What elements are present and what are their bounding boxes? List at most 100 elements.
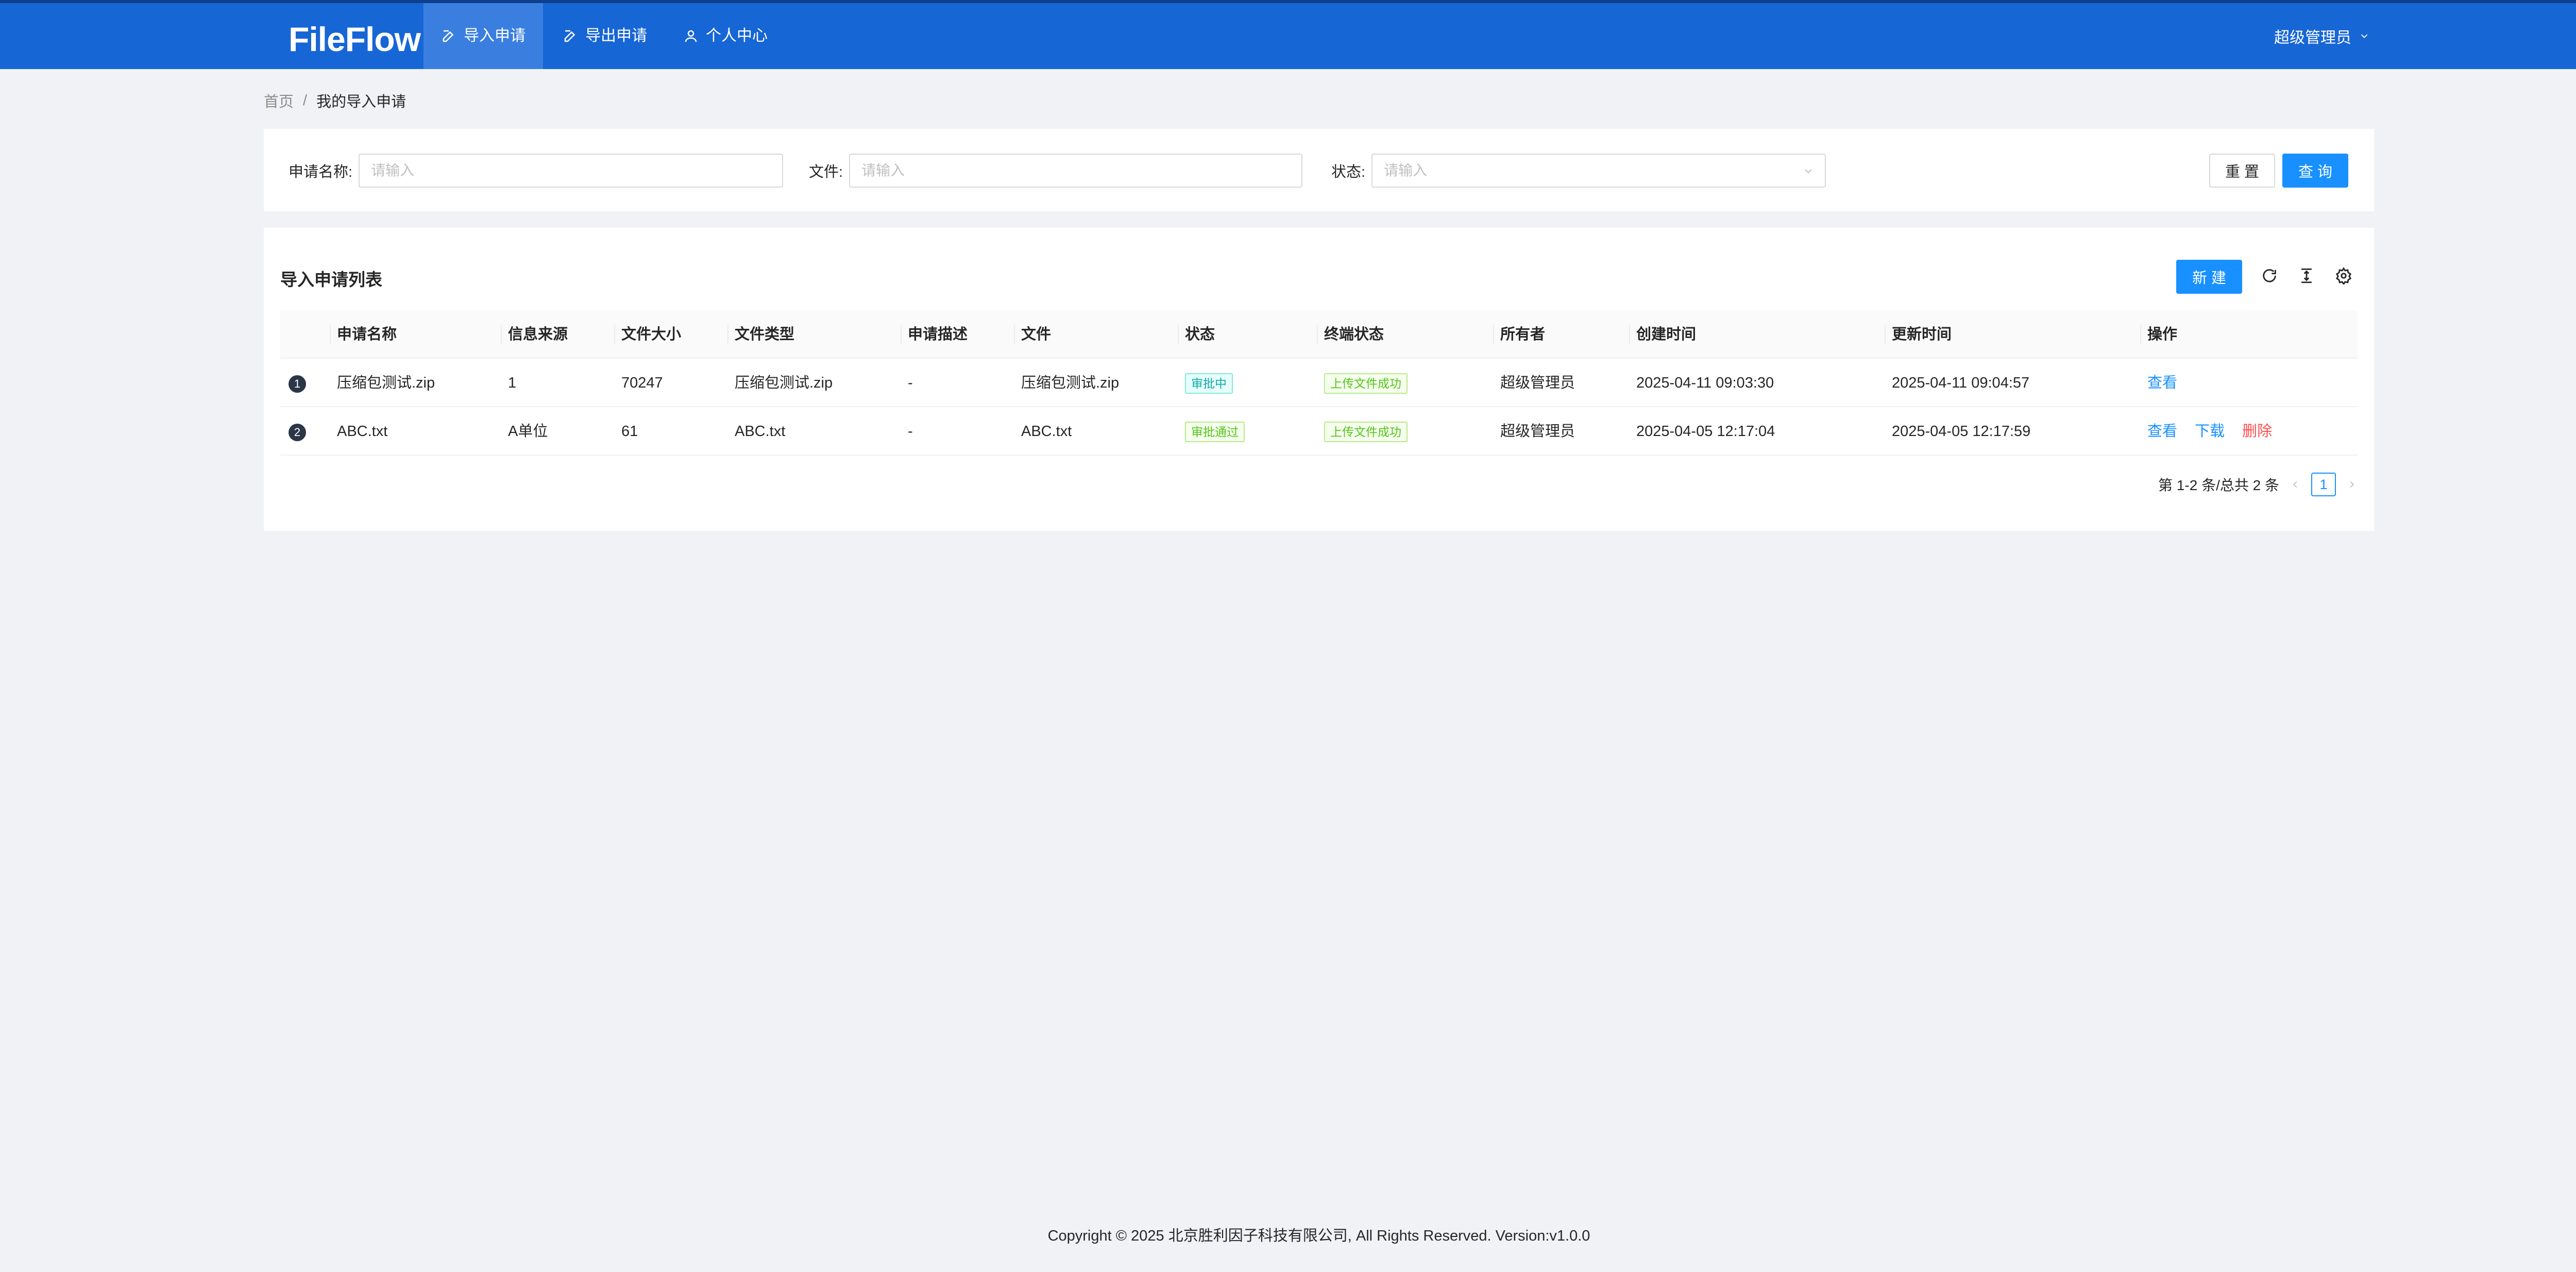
- col-header-created: 创建时间: [1636, 326, 1697, 343]
- chevron-down-icon: [1802, 165, 1815, 177]
- download-link[interactable]: 下载: [2195, 423, 2225, 440]
- cell-terminal-status: 上传文件成功: [1324, 359, 1408, 407]
- edit-icon: [563, 28, 578, 44]
- column-divider: [1629, 325, 1630, 344]
- pagination-summary: 第 1-2 条/总共 2 条: [2158, 477, 2279, 493]
- view-link[interactable]: 查看: [2147, 375, 2177, 391]
- column-divider: [1493, 325, 1494, 344]
- cell-owner: 超级管理员: [1500, 375, 1575, 391]
- cell-size: 70247: [621, 375, 663, 391]
- cell-status: 审批中: [1185, 359, 1233, 407]
- nav-import-label: 导入申请: [464, 27, 526, 44]
- cell-type: ABC.txt: [735, 423, 786, 440]
- column-divider: [501, 325, 502, 344]
- row-index-badge: 2: [289, 424, 306, 441]
- view-link[interactable]: 查看: [2147, 423, 2177, 440]
- cell-updated: 2025-04-11 09:04:57: [1892, 375, 2030, 391]
- cell-created: 2025-04-05 12:17:04: [1636, 423, 1775, 440]
- table-title: 导入申请列表: [280, 270, 382, 289]
- file-field: 文件:: [809, 154, 1303, 188]
- name-field: 申请名称:: [289, 154, 784, 188]
- column-height-icon[interactable]: [2298, 267, 2315, 284]
- settings-icon[interactable]: [2335, 267, 2352, 284]
- edit-icon: [441, 28, 456, 44]
- cell-desc: -: [908, 423, 913, 440]
- refresh-icon[interactable]: [2261, 267, 2278, 284]
- column-divider: [330, 325, 331, 344]
- col-header-status: 状态: [1185, 326, 1215, 343]
- cell-file: 压缩包测试.zip: [1021, 375, 1120, 391]
- cell-updated: 2025-04-05 12:17:59: [1892, 423, 2031, 440]
- new-button[interactable]: 新 建: [2176, 260, 2242, 294]
- column-divider: [2140, 325, 2141, 344]
- query-button[interactable]: 查 询: [2282, 154, 2348, 188]
- table-row: 1 压缩包测试.zip 1 70247 压缩包测试.zip - 压缩包测试.zi…: [280, 359, 2358, 407]
- column-divider: [901, 325, 902, 344]
- column-divider: [1885, 325, 1886, 344]
- nav-personal-center[interactable]: 个人中心: [666, 3, 785, 69]
- column-divider: [614, 325, 615, 344]
- column-divider: [727, 325, 728, 344]
- col-header-desc: 申请描述: [908, 326, 968, 343]
- chevron-left-icon[interactable]: [2290, 479, 2301, 490]
- status-badge: 审批通过: [1185, 422, 1245, 443]
- status-select[interactable]: [1371, 154, 1826, 188]
- breadcrumb-separator: /: [303, 92, 308, 109]
- column-divider: [1178, 325, 1179, 344]
- cell-name: ABC.txt: [337, 423, 388, 440]
- cell-size: 61: [621, 423, 638, 440]
- table-header: 申请名称 信息来源 文件大小 文件类型 申请描述 文件 状态 终端状态 所有者 …: [280, 310, 2358, 359]
- cell-status: 审批通过: [1185, 407, 1245, 456]
- delete-link[interactable]: 删除: [2242, 423, 2272, 440]
- nav-export-requests[interactable]: 导出申请: [545, 3, 665, 69]
- pagination: 第 1-2 条/总共 2 条 1: [2158, 472, 2358, 497]
- status-label: 状态:: [1331, 164, 1366, 180]
- cell-actions: 查看: [2147, 359, 2177, 407]
- col-header-updated: 更新时间: [1892, 326, 1952, 343]
- col-header-actions: 操作: [2147, 326, 2178, 343]
- cell-desc: -: [908, 375, 913, 391]
- chevron-down-icon: [2361, 34, 2368, 39]
- user-menu[interactable]: 超级管理员: [2274, 3, 2370, 69]
- app-logo[interactable]: FileFlow: [289, 16, 421, 62]
- import-request-table: 申请名称 信息来源 文件大小 文件类型 申请描述 文件 状态 终端状态 所有者 …: [280, 310, 2358, 456]
- reset-button[interactable]: 重 置: [2209, 154, 2275, 188]
- cell-source: A单位: [508, 423, 548, 440]
- col-header-size: 文件大小: [621, 326, 682, 343]
- top-navbar: FileFlow 导入申请 导出申请 个人中心 超级管理员: [0, 0, 2576, 69]
- cell-file: ABC.txt: [1021, 423, 1072, 440]
- status-select-input[interactable]: [1371, 154, 1826, 188]
- name-input[interactable]: [359, 154, 784, 188]
- breadcrumb-current: 我的导入申请: [316, 94, 406, 110]
- col-header-owner: 所有者: [1500, 326, 1546, 343]
- col-header-file: 文件: [1021, 326, 1052, 343]
- page: FileFlow 导入申请 导出申请 个人中心 超级管理员 首页 / 我的导入申…: [0, 0, 2576, 1272]
- cell-name: 压缩包测试.zip: [337, 375, 435, 391]
- search-form: 申请名称: 文件: 状态: 重 置 查 询: [264, 129, 2374, 211]
- nav-import-requests[interactable]: 导入申请: [423, 3, 543, 69]
- file-input[interactable]: [849, 154, 1303, 188]
- cell-owner: 超级管理员: [1500, 423, 1575, 440]
- row-index-badge: 1: [289, 375, 306, 393]
- column-divider: [1317, 325, 1318, 344]
- col-header-name: 申请名称: [337, 326, 397, 343]
- chevron-right-icon[interactable]: [2346, 479, 2358, 490]
- footer-copyright: Copyright © 2025 北京胜利因子科技有限公司, All Right…: [1047, 1228, 1590, 1244]
- cell-actions: 查看 下载 删除: [2147, 407, 2272, 456]
- user-name: 超级管理员: [2274, 29, 2351, 46]
- user-icon: [683, 28, 699, 44]
- cell-type: 压缩包测试.zip: [735, 375, 833, 391]
- cell-terminal-status: 上传文件成功: [1324, 407, 1408, 456]
- cell-source: 1: [508, 375, 517, 391]
- nav-personal-label: 个人中心: [706, 27, 768, 44]
- page-number-current[interactable]: 1: [2311, 473, 2336, 496]
- cell-created: 2025-04-11 09:03:30: [1636, 375, 1774, 391]
- col-header-type: 文件类型: [735, 326, 795, 343]
- import-request-table-card: 导入申请列表 新 建 申请名称 信息来源 文件大小 文件类型 申请描述 文件 状…: [264, 228, 2374, 531]
- col-header-source: 信息来源: [508, 326, 568, 343]
- breadcrumb: 首页 / 我的导入申请: [264, 90, 406, 111]
- table-row: 2 ABC.txt A单位 61 ABC.txt - ABC.txt 审批通过 …: [280, 407, 2358, 456]
- breadcrumb-home[interactable]: 首页: [264, 90, 294, 111]
- file-label: 文件:: [809, 164, 843, 180]
- terminal-status-badge: 上传文件成功: [1324, 422, 1408, 443]
